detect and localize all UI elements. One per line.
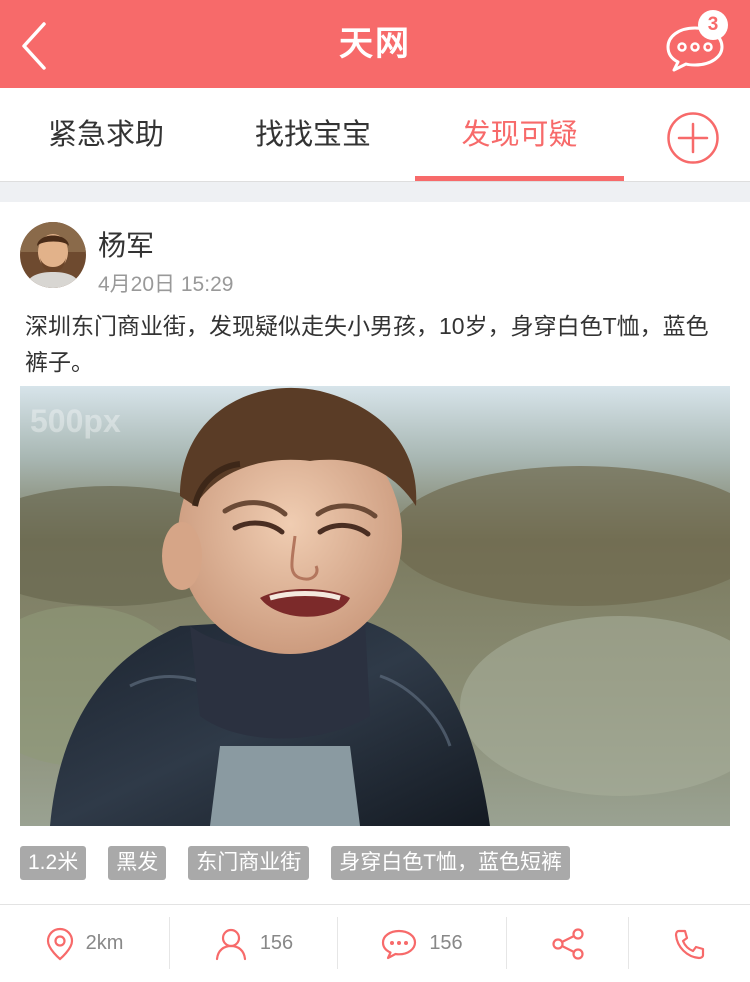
tag-clothing: 身穿白色T恤，蓝色短裤 xyxy=(331,846,571,880)
message-count-badge: 3 xyxy=(698,10,728,40)
tag-height: 1.2米 xyxy=(20,846,87,880)
post-action-bar: 2km 156 156 xyxy=(0,905,750,982)
distance-label: 2km xyxy=(85,932,124,954)
page-title: 天网 xyxy=(339,25,411,63)
active-tab-indicator xyxy=(415,176,624,181)
tab-found-suspicious[interactable]: 发现可疑 xyxy=(415,88,624,182)
phone-icon xyxy=(674,929,704,959)
call-action[interactable] xyxy=(629,905,750,982)
tab-bar: 紧急求助 找找宝宝 发现可疑 xyxy=(0,88,750,182)
post-username[interactable]: 杨军 xyxy=(98,224,154,264)
followers-action[interactable]: 156 xyxy=(170,905,337,982)
tab-emergency-help[interactable]: 紧急求助 xyxy=(0,88,212,182)
tag-location: 东门商业街 xyxy=(188,846,310,880)
comments-action[interactable]: 156 xyxy=(338,905,506,982)
section-divider xyxy=(0,182,750,202)
location-pin-icon xyxy=(46,927,73,960)
tag-hair: 黑发 xyxy=(108,846,167,880)
tab-find-baby[interactable]: 找找宝宝 xyxy=(210,88,416,182)
location-action[interactable]: 2km xyxy=(0,905,169,982)
followers-count: 156 xyxy=(259,932,294,954)
post-content: 深圳东门商业街，发现疑似走失小男孩，10岁，身穿白色T恤，蓝色裤子。 xyxy=(25,313,709,375)
tag-list: 1.2米 黑发 东门商业街 身穿白色T恤，蓝色短裤 xyxy=(20,846,571,880)
post-timestamp: 4月20日 15:29 xyxy=(98,273,234,296)
avatar[interactable] xyxy=(20,222,86,288)
plus-circle-icon[interactable] xyxy=(666,111,720,165)
photo-watermark: 500px xyxy=(30,403,121,439)
share-action[interactable] xyxy=(507,905,628,982)
share-icon xyxy=(551,927,584,960)
comments-count: 156 xyxy=(429,932,463,954)
post-photo[interactable]: 500px xyxy=(20,386,730,826)
person-icon xyxy=(215,928,246,960)
comment-bubble-icon xyxy=(382,929,417,959)
top-nav-bar: 天网 3 xyxy=(0,0,750,88)
